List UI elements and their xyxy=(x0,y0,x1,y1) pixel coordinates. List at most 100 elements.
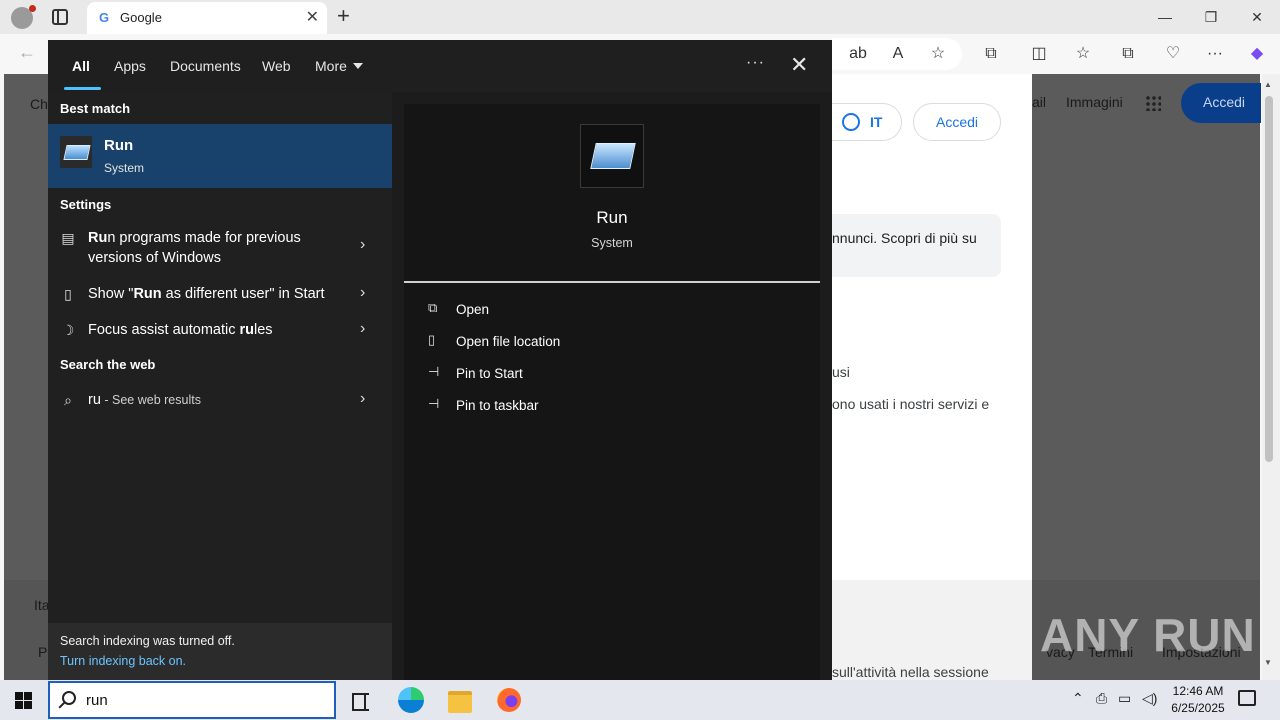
indexing-notice: Search indexing was turned off. Turn ind… xyxy=(48,623,392,680)
best-match-header: Best match xyxy=(60,101,131,116)
favorite-star-icon[interactable]: ☆ xyxy=(927,43,949,65)
open-icon: ⧉ xyxy=(428,300,438,315)
more-options-button[interactable]: ··· xyxy=(746,54,765,72)
action-pin-to-start[interactable]: ⊣ Pin to Start xyxy=(424,361,724,387)
start-search-flyout: All Apps Documents Web More ··· ✕ Best m… xyxy=(48,40,832,680)
signin-button[interactable]: Accedi xyxy=(913,103,1001,141)
language-label: IT xyxy=(870,114,883,130)
show-hidden-icons-icon[interactable]: ⌃ xyxy=(1072,690,1084,707)
tab-more[interactable]: More xyxy=(315,58,363,74)
language-button[interactable]: IT xyxy=(832,103,902,141)
tab-bar: G Google ✕ + — ❐ ✕ xyxy=(0,0,1280,34)
footer-partial: P xyxy=(38,644,48,660)
tab-web[interactable]: Web xyxy=(262,58,291,74)
edge-icon[interactable] xyxy=(395,684,427,716)
taskbar-search-box[interactable] xyxy=(48,681,336,719)
active-tab-indicator xyxy=(64,87,101,90)
indexing-text: Search indexing was turned off. xyxy=(60,634,235,648)
chevron-right-icon: › xyxy=(360,236,366,253)
device-icon[interactable]: ⎙ xyxy=(1096,690,1107,707)
pin-icon: ⊣ xyxy=(428,396,440,411)
favorites-icon[interactable]: ☆ xyxy=(1072,43,1094,65)
browser-tab[interactable]: G Google ✕ xyxy=(87,2,327,34)
clock-date: 6/25/2025 xyxy=(1171,701,1225,715)
new-tab-button[interactable]: + xyxy=(337,3,350,29)
clock[interactable]: 12:46 AM 6/25/2025 xyxy=(1160,683,1236,717)
turn-indexing-on-link[interactable]: Turn indexing back on. xyxy=(60,654,186,668)
settings-result-compat[interactable]: ▤ Run programs made for previous versions… xyxy=(48,222,392,270)
tab-title: Google xyxy=(120,10,162,25)
tab-all[interactable]: All xyxy=(72,58,90,74)
settings-result-focus[interactable]: ☽ Focus assist automatic rules › xyxy=(48,314,392,346)
scroll-down-icon[interactable]: ▼ xyxy=(1264,658,1272,667)
browser-essentials-icon[interactable]: ♡ xyxy=(1162,43,1184,65)
action-pin-to-taskbar[interactable]: ⊣ Pin to taskbar xyxy=(424,393,724,419)
action-open-file-location[interactable]: ▯ Open file location xyxy=(424,329,724,355)
best-match-run[interactable]: Run System xyxy=(48,124,392,188)
taskbar: ⌃ ⎙ ▭ ◁) 12:46 AM 6/25/2025 xyxy=(0,680,1280,720)
consent-text: nnunci. Scopri di più su xyxy=(832,230,977,246)
search-icon xyxy=(62,691,76,705)
images-link[interactable]: Immagini xyxy=(1066,94,1123,110)
file-explorer-icon[interactable] xyxy=(444,684,476,716)
copilot-icon[interactable]: ◆ xyxy=(1246,43,1268,65)
action-label: Open file location xyxy=(456,334,561,349)
split-screen-icon[interactable]: ◫ xyxy=(1028,43,1050,65)
clock-time: 12:46 AM xyxy=(1172,684,1224,698)
action-open[interactable]: ⧉ Open xyxy=(424,297,724,323)
chevron-right-icon: › xyxy=(360,390,366,407)
pin-icon: ⊣ xyxy=(428,364,440,379)
extensions-icon[interactable]: ⧉ xyxy=(980,43,1002,65)
firefox-icon[interactable] xyxy=(493,684,525,716)
translate-icon[interactable]: ab xyxy=(847,43,869,65)
volume-icon[interactable]: ◁) xyxy=(1142,690,1157,707)
tab-documents[interactable]: Documents xyxy=(170,58,241,74)
search-results-pane: Best match Run System Settings ▤ Run pro… xyxy=(48,92,392,680)
result-label: Show "Run as different user" in Start xyxy=(88,286,325,302)
window-controls: — ❐ ✕ xyxy=(1142,0,1280,34)
gmail-link[interactable]: ail xyxy=(1032,94,1046,110)
google-favicon-icon: G xyxy=(98,10,110,25)
best-match-title: Run xyxy=(104,137,134,154)
preview-divider xyxy=(404,281,820,283)
close-window-button[interactable]: ✕ xyxy=(1234,0,1280,34)
run-app-icon xyxy=(60,136,92,168)
restore-button[interactable]: ❐ xyxy=(1188,0,1234,34)
read-aloud-icon[interactable]: A xyxy=(887,43,909,65)
google-apps-icon[interactable] xyxy=(1145,95,1161,111)
preview-subtitle: System xyxy=(591,236,633,250)
tab-actions-icon[interactable] xyxy=(52,9,68,25)
action-label: Open xyxy=(456,302,490,317)
profile-avatar-icon[interactable] xyxy=(11,5,36,29)
settings-more-icon[interactable]: ··· xyxy=(1204,43,1226,65)
signin-nav-button[interactable]: Accedi xyxy=(1181,83,1261,123)
network-icon[interactable]: ▭ xyxy=(1118,690,1131,707)
search-input[interactable] xyxy=(86,692,316,709)
consent-line: sull'attività nella sessione xyxy=(832,664,989,680)
tab-close-icon[interactable]: ✕ xyxy=(306,7,319,27)
scrollbar-thumb[interactable] xyxy=(1265,96,1273,462)
consent-line: ono usati i nostri servizi e xyxy=(832,396,990,412)
close-flyout-button[interactable]: ✕ xyxy=(790,52,808,78)
web-search-result[interactable]: ⌕ ru - See web results › xyxy=(48,384,392,416)
minimize-button[interactable]: — xyxy=(1142,0,1188,34)
moon-icon: ☽ xyxy=(61,322,75,338)
run-app-large-icon xyxy=(580,124,644,188)
tab-apps[interactable]: Apps xyxy=(114,58,146,74)
result-label: Focus assist automatic rules xyxy=(88,322,273,338)
search-filter-tabs: All Apps Documents Web More ··· ✕ xyxy=(48,40,832,92)
action-label: Pin to Start xyxy=(456,366,523,381)
notifications-icon[interactable] xyxy=(1238,690,1256,706)
back-arrow-icon[interactable]: ← xyxy=(18,42,36,63)
collections-icon[interactable]: ⧉ xyxy=(1117,43,1139,65)
result-preview-pane: Run System ⧉ Open ▯ Open file location ⊣… xyxy=(404,104,820,680)
chevron-right-icon: › xyxy=(360,284,366,301)
scroll-up-icon[interactable]: ▲ xyxy=(1264,80,1272,89)
settings-result-run-as[interactable]: ▯ Show "Run as different user" in Start … xyxy=(48,278,392,310)
result-label: Run programs made for previous versions o… xyxy=(88,230,301,266)
compatibility-icon: ▤ xyxy=(61,230,75,246)
task-view-icon[interactable] xyxy=(344,684,376,716)
start-button[interactable] xyxy=(0,680,48,720)
action-label: Pin to taskbar xyxy=(456,398,539,413)
result-label: ru - See web results xyxy=(88,392,201,408)
